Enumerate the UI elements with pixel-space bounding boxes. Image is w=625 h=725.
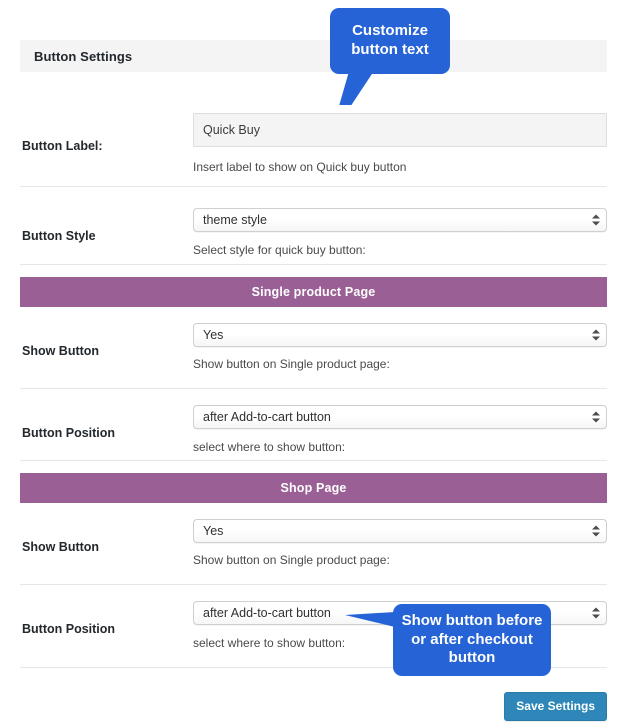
button-position-single-select-wrap: after Add-to-cart button [193, 405, 607, 429]
button-label-control [193, 113, 607, 147]
section-header-single-product-page: Single product Page [20, 277, 607, 307]
button-style-select[interactable]: theme style [193, 208, 607, 232]
field-label-button-position-single: Button Position [22, 426, 116, 440]
field-label-button-position-shop: Button Position [22, 622, 116, 636]
row-divider [20, 460, 607, 461]
show-button-shop-select-wrap: Yes [193, 519, 607, 543]
field-hint-button-position-shop: select where to show button: [193, 636, 346, 650]
field-label-button-style: Button Style [22, 229, 96, 243]
field-hint-button-position-single: select where to show button: [193, 440, 346, 454]
button-style-control: theme style [193, 208, 607, 232]
field-label-show-button-shop: Show Button [22, 540, 100, 554]
tooltip-text: Show button before or after checkout but… [401, 611, 543, 667]
tooltip-tail [345, 612, 395, 627]
button-position-single-select-value: after Add-to-cart button [203, 410, 331, 424]
show-button-shop-control: Yes [193, 519, 607, 543]
button-label-input[interactable] [193, 113, 607, 147]
section-header-label: Shop Page [280, 481, 347, 495]
button-position-single-control: after Add-to-cart button [193, 405, 607, 429]
show-button-shop-select-value: Yes [203, 524, 224, 538]
row-divider [20, 388, 607, 389]
field-hint-show-button-shop: Show button on Single product page: [193, 553, 390, 567]
tooltip-text: Customize button text [351, 22, 429, 58]
section-header-shop-page: Shop Page [20, 473, 607, 503]
field-label-show-button-single: Show Button [22, 344, 100, 358]
field-hint-button-style: Select style for quick buy button: [193, 243, 366, 257]
button-position-shop-select-value: after Add-to-cart button [203, 606, 331, 620]
save-settings-button[interactable]: Save Settings [504, 692, 607, 721]
settings-page: Button Settings Button Label: Insert lab… [0, 0, 625, 725]
field-hint-button-label: Insert label to show on Quick buy button [193, 160, 407, 174]
show-button-single-select-wrap: Yes [193, 323, 607, 347]
button-style-select-value: theme style [203, 213, 267, 227]
row-divider [20, 186, 607, 187]
tooltip-tail [339, 73, 373, 105]
tooltip-show-button-position: Show button before or after checkout but… [345, 604, 551, 676]
button-style-select-wrap: theme style [193, 208, 607, 232]
page-title: Button Settings [34, 48, 133, 64]
field-label-button-label: Button Label: [22, 139, 103, 153]
field-hint-show-button-single: Show button on Single product page: [193, 357, 390, 371]
row-divider [20, 264, 607, 265]
show-button-single-select-value: Yes [203, 328, 224, 342]
show-button-single-control: Yes [193, 323, 607, 347]
button-position-single-select[interactable]: after Add-to-cart button [193, 405, 607, 429]
row-divider [20, 584, 607, 585]
show-button-shop-select[interactable]: Yes [193, 519, 607, 543]
section-header-label: Single product Page [251, 285, 376, 299]
tooltip-customize-button-text: Customize button text [330, 8, 450, 105]
show-button-single-select[interactable]: Yes [193, 323, 607, 347]
panel-header: Button Settings [20, 40, 607, 72]
